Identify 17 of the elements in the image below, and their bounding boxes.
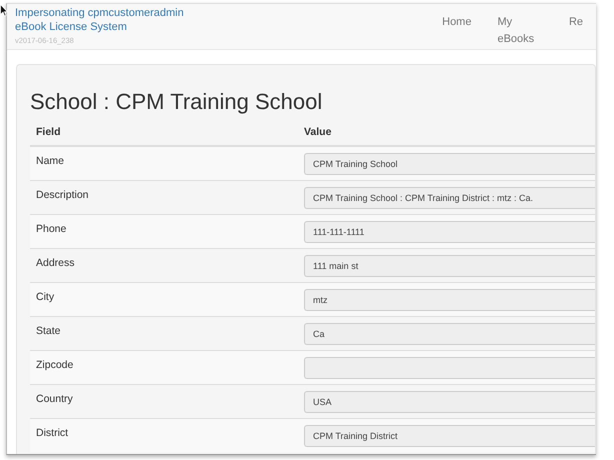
field-label: Address [36, 256, 75, 269]
brand-link[interactable]: eBook License System [15, 20, 127, 34]
field-label: State [36, 324, 61, 337]
nav-link[interactable]: Re [556, 6, 596, 49]
field-label: Zipcode [36, 358, 74, 371]
column-header: Field [36, 126, 61, 138]
field-label: Country [36, 392, 73, 405]
field-label: Description [36, 188, 89, 201]
column-header: Value [304, 126, 332, 138]
impersonation-link[interactable]: Impersonating cpmcustomeradmin [15, 6, 184, 20]
field-label: Name [36, 155, 64, 168]
nav-link[interactable]: Home [429, 6, 484, 49]
field-label: Phone [36, 222, 66, 235]
field-label: District [36, 426, 68, 439]
page-title: School : CPM Training School [30, 89, 324, 116]
nav-link[interactable]: My eBooks [484, 6, 556, 49]
field-label: City [36, 290, 54, 303]
